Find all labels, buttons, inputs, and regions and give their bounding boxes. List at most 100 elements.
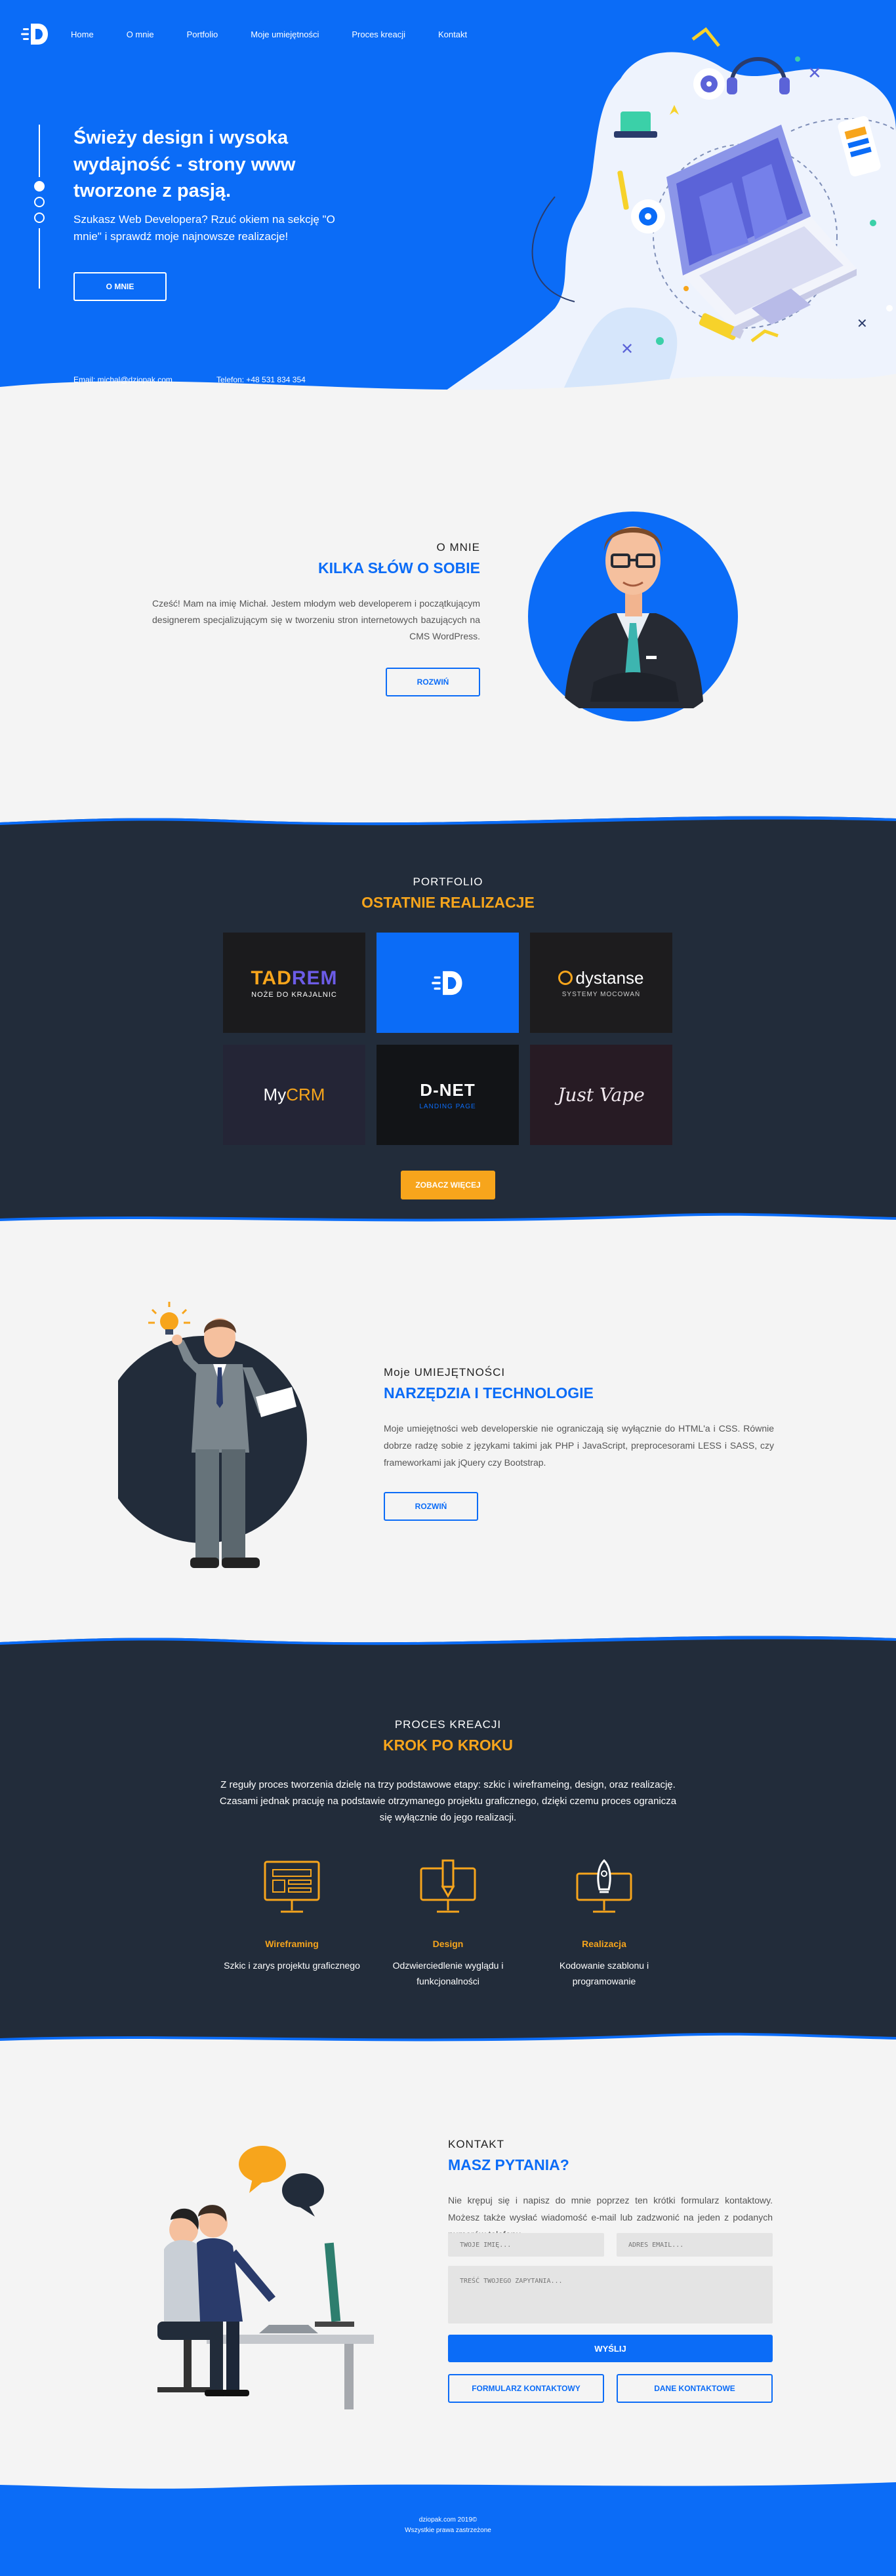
step-realization: Realizacja Kodowanie szablonu i programo… <box>529 1859 680 1990</box>
hero-phone[interactable]: Telefon: +48 531 834 354 <box>216 375 306 384</box>
footer-wave <box>0 2478 896 2489</box>
portfolio-tile-tadrem[interactable]: TADREM NOŻE DO KRAJALNIC <box>223 933 365 1033</box>
mycrm-logo-a: My <box>263 1085 287 1104</box>
process-header: PROCES KREACJI KROK PO KROKU <box>0 1718 896 1754</box>
svg-text:✕: ✕ <box>807 64 822 83</box>
step-realization-title: Realizacja <box>582 1939 626 1949</box>
dystanse-tagline: SYSTEMY MOCOWAŃ <box>561 990 641 998</box>
logo[interactable] <box>20 18 51 50</box>
process-wave-top <box>0 1633 896 1645</box>
portfolio-tile-justvape[interactable]: Just Vape <box>530 1045 672 1145</box>
nav-links: Home O mnie Portfolio Moje umiejętności … <box>71 30 467 39</box>
about-paragraph: Cześć! Mam na imię Michał. Jestem młodym… <box>152 598 480 642</box>
wireframe-monitor-icon <box>264 1861 320 1913</box>
slide-indicator <box>33 125 46 289</box>
about-text-block: O MNIE KILKA SŁÓW O SOBIE Cześć! Mam na … <box>152 541 480 645</box>
logo-icon <box>21 24 48 45</box>
process-wave-bottom <box>0 2032 896 2046</box>
footer-copyright: dziopak.com 2019© <box>418 2516 478 2524</box>
hero-illustration: ✕ ✕ ✕ <box>424 27 896 407</box>
slide-dot-1[interactable] <box>34 181 45 191</box>
process-paragraph: Z reguły proces tworzenia dzielę na trzy… <box>219 1779 677 1823</box>
nav-process[interactable]: Proces kreacji <box>352 30 405 39</box>
dystanse-logo: dystanse <box>558 967 644 988</box>
portfolio-grid: TADREM NOŻE DO KRAJALNIC dystanse SYSTEM… <box>223 933 673 1145</box>
svg-text:✕: ✕ <box>621 340 634 358</box>
design-pen-icon <box>420 1859 476 1913</box>
skills-kicker: Moje UMIEJĘTNOŚCI <box>384 1366 506 1379</box>
indicator-line-top <box>39 125 40 177</box>
step-design-desc: Odzwierciedlenie wyglądu i funkcjonalnoś… <box>392 1960 504 1986</box>
skills-heading: NARZĘDZIA I TECHNOLOGIE <box>384 1384 594 1401</box>
hero-email[interactable]: Email: michal@dziopak.com <box>73 375 173 384</box>
portfolio-tile-mycrm[interactable]: MyCRM <box>223 1045 365 1145</box>
skills-paragraph: Moje umiejętności web developerskie nie … <box>384 1423 774 1468</box>
hero-subtitle: Szukasz Web Developera? Rzuć okiem na se… <box>73 213 335 243</box>
step-wireframing-title: Wireframing <box>265 1939 319 1949</box>
about-illustration <box>528 512 738 721</box>
dnet-tagline: LANDING PAGE <box>419 1102 476 1110</box>
indicator-line-bottom <box>39 228 40 289</box>
tadrem-logo-a: TAD <box>251 967 292 989</box>
send-button[interactable]: WYŚLIJ <box>448 2335 773 2362</box>
message-textarea[interactable] <box>448 2266 773 2324</box>
step-realization-desc: Kodowanie szablonu i programowanie <box>559 1960 649 1986</box>
about-kicker: O MNIE <box>436 541 480 553</box>
nav-portfolio[interactable]: Portfolio <box>187 30 218 39</box>
tadrem-logo-b: REM <box>291 967 338 989</box>
contact-data-button[interactable]: DANE KONTAKTOWE <box>617 2374 773 2403</box>
contact-illustration <box>157 2146 374 2409</box>
step-wireframing-desc: Szkic i zarys projektu graficznego <box>224 1960 360 1971</box>
skills-expand-button[interactable]: ROZWIŃ <box>384 1492 478 1521</box>
footer: dziopak.com 2019© Wszystkie prawa zastrz… <box>0 2478 896 2576</box>
dystanse-name: dystanse <box>575 967 644 988</box>
contact-text-block: KONTAKT MASZ PYTANIA? Nie krępuj się i n… <box>448 2138 773 2244</box>
slide-dot-2[interactable] <box>34 197 45 207</box>
portfolio-wave-top <box>0 813 896 826</box>
portfolio-section: PORTFOLIO OSTATNIE REALIZACJE TADREM NOŻ… <box>0 813 896 1226</box>
dystanse-ring-icon <box>558 971 573 985</box>
portfolio-wave-bottom <box>0 1213 896 1226</box>
portfolio-header: PORTFOLIO OSTATNIE REALIZACJE <box>0 875 896 912</box>
main-nav: Home O mnie Portfolio Moje umiejętności … <box>20 18 467 50</box>
process-section: PROCES KREACJI KROK PO KROKU Z reguły pr… <box>0 1633 896 2046</box>
nav-skills[interactable]: Moje umiejętności <box>251 30 319 39</box>
step-design: Design Odzwierciedlenie wyglądu i funkcj… <box>373 1859 523 1990</box>
portfolio-kicker: PORTFOLIO <box>413 875 483 888</box>
email-input[interactable] <box>617 2233 773 2257</box>
contact-form-button[interactable]: FORMULARZ KONTAKTOWY <box>448 2374 604 2403</box>
hero-about-button[interactable]: O MNIE <box>73 272 167 301</box>
nav-home[interactable]: Home <box>71 30 94 39</box>
contact-section: KONTAKT MASZ PYTANIA? Nie krępuj się i n… <box>0 2046 896 2479</box>
rocket-monitor-icon <box>576 1859 632 1913</box>
svg-text:✕: ✕ <box>857 315 868 331</box>
mycrm-logo: MyCRM <box>264 1085 325 1105</box>
about-expand-button[interactable]: ROZWIŃ <box>386 668 480 696</box>
portfolio-tile-dnet[interactable]: D-NET LANDING PAGE <box>377 1045 519 1145</box>
process-kicker: PROCES KREACJI <box>394 1718 502 1731</box>
name-input[interactable] <box>448 2233 604 2257</box>
hero-section: ✕ ✕ ✕ Home O mnie Portfolio Moje umiejęt… <box>0 0 896 407</box>
portfolio-more-button[interactable]: ZOBACZ WIĘCEJ <box>401 1171 495 1199</box>
about-section: O MNIE KILKA SŁÓW O SOBIE Cześć! Mam na … <box>0 407 896 813</box>
process-heading: KROK PO KROKU <box>382 1737 514 1754</box>
slide-dot-3[interactable] <box>34 212 45 223</box>
portfolio-tile-dziopak[interactable] <box>377 933 519 1033</box>
portfolio-tile-dystanse[interactable]: dystanse SYSTEMY MOCOWAŃ <box>530 933 672 1033</box>
skills-text-block: Moje UMIEJĘTNOŚCI NARZĘDZIA I TECHNOLOGI… <box>384 1366 774 1472</box>
skills-illustration <box>118 1302 307 1568</box>
mycrm-logo-b: CRM <box>286 1085 325 1104</box>
step-wireframing: Wireframing Szkic i zarys projektu grafi… <box>216 1859 367 1990</box>
footer-rights: Wszystkie prawa zastrzeżone <box>405 2527 491 2534</box>
tadrem-tagline: NOŻE DO KRAJALNIC <box>251 990 337 999</box>
step-design-title: Design <box>432 1939 464 1949</box>
hero-title: Świeży design i wysoka wydajność - stron… <box>73 127 296 202</box>
footer-text: dziopak.com 2019© Wszystkie prawa zastrz… <box>0 2515 896 2536</box>
about-heading: KILKA SŁÓW O SOBIE <box>317 559 480 576</box>
tadrem-logo: TADREM <box>251 967 337 990</box>
justvape-logo: Just Vape <box>558 1084 645 1106</box>
contact-heading: MASZ PYTANIA? <box>448 2156 569 2173</box>
nav-about[interactable]: O mnie <box>127 30 154 39</box>
portfolio-heading: OSTATNIE REALIZACJE <box>361 894 535 911</box>
nav-contact[interactable]: Kontakt <box>438 30 467 39</box>
